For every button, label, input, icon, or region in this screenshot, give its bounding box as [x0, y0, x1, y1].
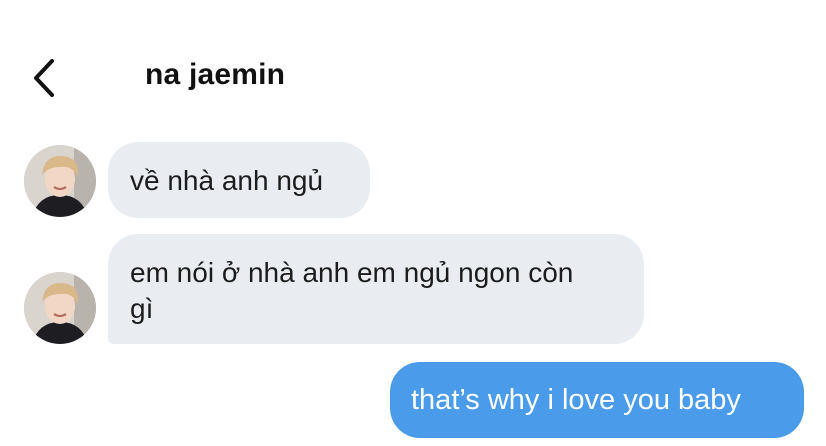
message-bubble-incoming[interactable]: về nhà anh ngủ — [108, 142, 370, 218]
chevron-left-icon — [34, 59, 54, 97]
message-text: em nói ở nhà anh em ngủ ngon còn gì — [130, 257, 574, 324]
message-bubble-incoming[interactable]: em nói ở nhà anh em ngủ ngon còn gì — [108, 234, 644, 344]
avatar[interactable] — [24, 145, 96, 217]
back-button[interactable] — [26, 55, 66, 101]
chat-header: na jaemin — [0, 0, 826, 140]
message-text: về nhà anh ngủ — [130, 165, 324, 196]
message-text: that’s why i love you baby — [411, 384, 741, 416]
message-bubble-outgoing[interactable]: that’s why i love you baby — [390, 362, 804, 438]
avatar[interactable] — [24, 272, 96, 344]
contact-name[interactable]: na jaemin — [145, 58, 285, 92]
